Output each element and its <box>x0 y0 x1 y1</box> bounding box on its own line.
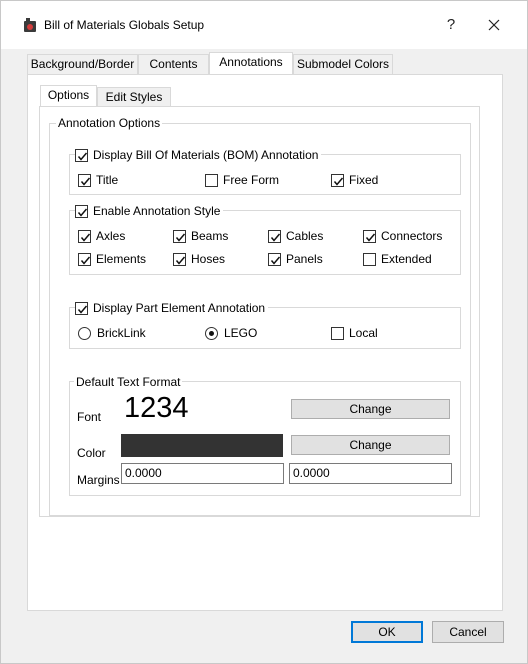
local-checkbox[interactable]: Local <box>331 326 378 340</box>
display-part-element-checkbox[interactable]: Display Part Element Annotation <box>75 301 269 315</box>
axles-label: Axles <box>96 229 126 243</box>
subtab-edit-styles[interactable]: Edit Styles <box>97 87 171 107</box>
checkmark-icon <box>333 177 344 186</box>
free-form-label: Free Form <box>223 173 280 187</box>
title-label: Title <box>96 173 119 187</box>
beams-checkbox[interactable]: Beams <box>173 229 228 243</box>
fixed-label: Fixed <box>349 173 379 187</box>
extended-label: Extended <box>381 252 432 266</box>
cancel-button[interactable]: Cancel <box>432 621 504 643</box>
axles-checkbox[interactable]: Axles <box>78 229 125 243</box>
annotations-tab-pane: Options Edit Styles Annotation Options D… <box>27 74 503 611</box>
margin-x-field[interactable]: 0.0000 <box>121 463 284 484</box>
lego-label: LEGO <box>224 326 258 340</box>
free-form-checkbox[interactable]: Free Form <box>205 173 279 187</box>
hoses-label: Hoses <box>191 252 226 266</box>
checkmark-icon <box>270 256 281 265</box>
elements-label: Elements <box>96 252 147 266</box>
extended-checkbox[interactable]: Extended <box>363 252 432 266</box>
color-label: Color <box>77 446 106 460</box>
enable-annotation-style-label: Enable Annotation Style <box>93 204 221 218</box>
tab-contents[interactable]: Contents <box>138 54 209 74</box>
ok-button[interactable]: OK <box>351 621 423 643</box>
hoses-checkbox[interactable]: Hoses <box>173 252 225 266</box>
bricklink-radio[interactable]: BrickLink <box>78 326 146 340</box>
title-checkbox[interactable]: Title <box>78 173 118 187</box>
font-change-button[interactable]: Change <box>291 399 450 419</box>
bricklink-label: BrickLink <box>97 326 146 340</box>
color-change-button[interactable]: Change <box>291 435 450 455</box>
checkmark-icon <box>80 177 91 186</box>
checkmark-icon <box>80 256 91 265</box>
options-pane: Annotation Options Display Bill Of Mater… <box>39 106 480 517</box>
color-swatch <box>121 434 283 457</box>
display-part-element-label: Display Part Element Annotation <box>93 301 266 315</box>
checkmark-icon <box>77 208 88 217</box>
panels-checkbox[interactable]: Panels <box>268 252 323 266</box>
close-button[interactable] <box>481 12 507 38</box>
checkmark-icon <box>175 256 186 265</box>
annotation-options-title: Annotation Options <box>56 116 163 130</box>
tab-background-border[interactable]: Background/Border <box>27 54 138 74</box>
beams-label: Beams <box>191 229 229 243</box>
checkmark-icon <box>175 233 186 242</box>
cables-label: Cables <box>286 229 324 243</box>
font-label: Font <box>77 410 102 424</box>
display-bom-checkbox[interactable]: Display Bill Of Materials (BOM) Annotati… <box>75 148 322 162</box>
elements-checkbox[interactable]: Elements <box>78 252 146 266</box>
connectors-checkbox[interactable]: Connectors <box>363 229 442 243</box>
panels-label: Panels <box>286 252 323 266</box>
help-button[interactable]: ? <box>441 14 461 36</box>
window-title: Bill of Materials Globals Setup <box>44 18 205 32</box>
dialog-window: Bill of Materials Globals Setup ? Backgr… <box>0 0 528 664</box>
font-sample: 1234 <box>124 392 189 424</box>
margins-label: Margins <box>77 473 120 487</box>
display-bom-label: Display Bill Of Materials (BOM) Annotati… <box>93 148 319 162</box>
tab-annotations[interactable]: Annotations <box>209 52 293 74</box>
tab-submodel-colors[interactable]: Submodel Colors <box>293 54 393 74</box>
cables-checkbox[interactable]: Cables <box>268 229 323 243</box>
connectors-label: Connectors <box>381 229 443 243</box>
checkmark-icon <box>365 233 376 242</box>
title-bar: Bill of Materials Globals Setup ? <box>1 1 527 49</box>
checkmark-icon <box>77 152 88 161</box>
local-label: Local <box>349 326 378 340</box>
checkmark-icon <box>77 305 88 314</box>
fixed-checkbox[interactable]: Fixed <box>331 173 378 187</box>
checkmark-icon <box>80 233 91 242</box>
app-icon <box>24 18 36 32</box>
margin-y-field[interactable]: 0.0000 <box>289 463 452 484</box>
checkmark-icon <box>270 233 281 242</box>
subtab-options[interactable]: Options <box>40 85 97 107</box>
lego-radio[interactable]: LEGO <box>205 326 257 340</box>
close-icon <box>488 19 500 31</box>
enable-annotation-style-checkbox[interactable]: Enable Annotation Style <box>75 204 224 218</box>
default-text-format-title: Default Text Format <box>74 375 183 389</box>
